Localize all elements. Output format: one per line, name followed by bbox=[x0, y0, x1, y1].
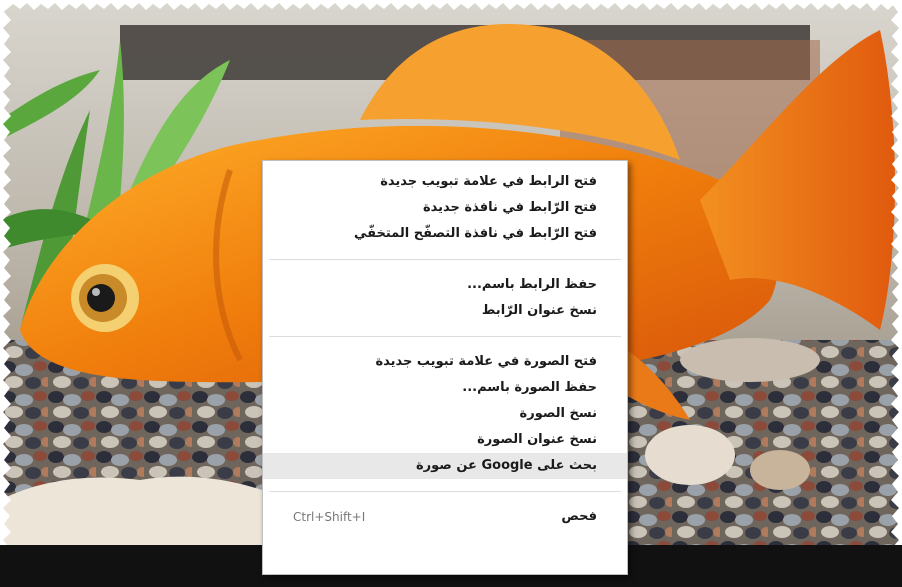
menu-open-image-new-tab[interactable]: فتح الصورة في علامة تبويب جديدة bbox=[263, 349, 627, 375]
context-menu: فتح الرابط في علامة تبويب جديدة فتح الرّ… bbox=[262, 160, 628, 575]
menu-inspect[interactable]: فحص Ctrl+Shift+I bbox=[263, 504, 627, 530]
torn-edge-left bbox=[0, 0, 11, 587]
menu-save-image-as[interactable]: حفظ الصورة باسم... bbox=[263, 375, 627, 401]
menu-inspect-label: فحص bbox=[561, 509, 597, 524]
menu-open-link-new-window[interactable]: فتح الرّابط في نافذة جديدة bbox=[263, 195, 627, 221]
menu-copy-image-address[interactable]: نسخ عنوان الصورة bbox=[263, 427, 627, 453]
torn-edge-right bbox=[891, 0, 902, 587]
menu-save-link-as[interactable]: حفظ الرابط باسم... bbox=[263, 272, 627, 298]
menu-open-link-incognito[interactable]: فتح الرّابط في نافذة التصفّح المتخفّي bbox=[263, 221, 627, 247]
menu-search-google-for-image[interactable]: بحث على Google عن صورة bbox=[263, 453, 627, 479]
menu-copy-link-address[interactable]: نسخ عنوان الرّابط bbox=[263, 298, 627, 324]
menu-inspect-shortcut: Ctrl+Shift+I bbox=[293, 510, 366, 524]
menu-separator bbox=[269, 491, 621, 492]
menu-separator bbox=[269, 336, 621, 337]
menu-copy-image[interactable]: نسخ الصورة bbox=[263, 401, 627, 427]
torn-edge-top bbox=[0, 0, 902, 11]
menu-separator bbox=[269, 259, 621, 260]
menu-open-link-new-tab[interactable]: فتح الرابط في علامة تبويب جديدة bbox=[263, 169, 627, 195]
screenshot-frame: فتح الرابط في علامة تبويب جديدة فتح الرّ… bbox=[0, 0, 902, 587]
